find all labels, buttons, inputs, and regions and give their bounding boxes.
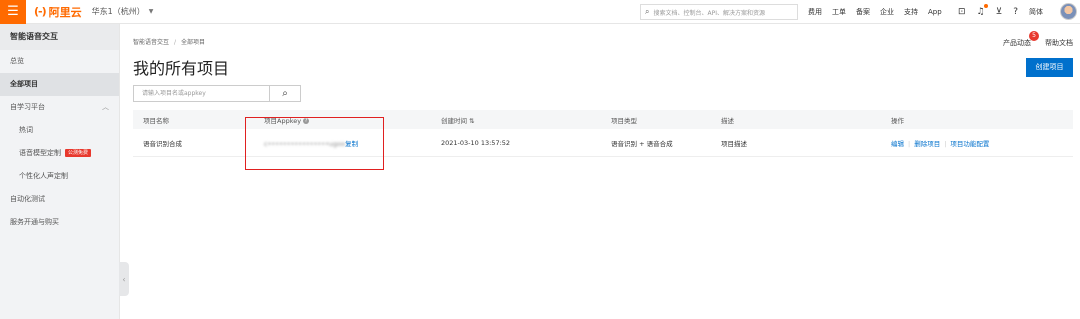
chevron-left-icon: ‹: [122, 274, 126, 284]
top-link-enterprise[interactable]: 企业: [880, 7, 894, 17]
sidebar-item-label: 全部项目: [10, 80, 38, 88]
sidebar-item-voice-custom[interactable]: 个性化人声定制: [0, 165, 119, 188]
terminal-icon[interactable]: ⊡: [958, 7, 966, 17]
delete-project-button[interactable]: 删除项目: [914, 140, 940, 148]
column-header-name: 项目名称: [143, 116, 169, 125]
top-link-fees[interactable]: 费用: [808, 7, 822, 17]
breadcrumb: 智能语音交互 / 全部项目: [133, 39, 206, 46]
sidebar-item-all-projects[interactable]: 全部项目: [0, 73, 119, 96]
create-project-button[interactable]: 创建项目: [1026, 58, 1073, 77]
sidebar-item-label: 自动化测试: [10, 195, 45, 203]
project-filter: 请输入项目名或appkey ⌕: [133, 85, 301, 102]
sidebar-title: 智能语音交互: [0, 24, 119, 50]
product-news-label: 产品动态: [1003, 39, 1031, 47]
product-news-link[interactable]: 产品动态 5: [1003, 31, 1039, 48]
sidebar-item-auto-test[interactable]: 自动化测试: [0, 188, 119, 211]
column-header-label: 创建时间: [441, 116, 467, 125]
column-header-actions: 操作: [891, 116, 904, 125]
sidebar-item-overview[interactable]: 总览: [0, 50, 119, 73]
sidebar-item-label: 个性化人声定制: [19, 172, 68, 180]
row-actions: 编辑 | 删除项目 | 项目功能配置: [891, 139, 990, 148]
project-search-input[interactable]: 请输入项目名或appkey: [133, 85, 270, 102]
column-header-desc: 描述: [721, 116, 734, 125]
region-label: 华东1（杭州）: [91, 7, 145, 16]
project-type: 语音识别 + 语音合成: [611, 139, 673, 148]
sidebar-item-label: 服务开通与购买: [10, 218, 59, 226]
search-icon: ⌕: [645, 7, 650, 16]
top-navbar: ☰ (-) 阿里云 华东1（杭州） ▼ ⌕ 搜索文档、控制台、API、解决方案和…: [0, 0, 1080, 24]
breadcrumb-item[interactable]: 智能语音交互: [133, 39, 169, 46]
hamburger-icon[interactable]: ☰: [0, 0, 26, 24]
column-header-type: 项目类型: [611, 116, 637, 125]
sidebar-item-self-learning[interactable]: 自学习平台 ︿: [0, 96, 119, 119]
breadcrumb-item: 全部项目: [181, 39, 206, 46]
chevron-down-icon: ▼: [148, 8, 154, 15]
top-link-filing[interactable]: 备案: [856, 7, 870, 17]
sidebar-item-label: 总览: [10, 57, 24, 65]
search-placeholder: 搜索文档、控制台、API、解决方案和资源: [653, 9, 765, 17]
notification-count-badge: 5: [1029, 31, 1039, 41]
avatar[interactable]: [1060, 3, 1077, 20]
sidebar-item-purchase[interactable]: 服务开通与购买: [0, 211, 119, 234]
search-button[interactable]: ⌕: [270, 85, 301, 102]
appkey-highlight-box: [245, 117, 384, 170]
search-icon: ⌕: [282, 88, 288, 99]
top-link-support[interactable]: 支持: [904, 7, 918, 17]
edit-button[interactable]: 编辑: [891, 140, 904, 148]
created-time: 2021-03-10 13:57:52: [441, 138, 511, 147]
help-docs-link[interactable]: 帮助文档: [1045, 38, 1073, 48]
sidebar-item-label: 语音模型定制: [19, 149, 61, 157]
language-switch[interactable]: 简体: [1029, 7, 1043, 17]
column-header-created[interactable]: 创建时间 ⇅: [441, 115, 475, 125]
sidebar-item-model-custom[interactable]: 语音模型定制 公测免费: [0, 142, 119, 165]
page-title: 我的所有项目: [133, 59, 230, 78]
top-link-app[interactable]: App: [928, 8, 942, 16]
help-icon[interactable]: ?: [1013, 7, 1018, 17]
sort-icon: ⇅: [469, 116, 475, 125]
global-search-input[interactable]: ⌕ 搜索文档、控制台、API、解决方案和资源: [640, 4, 798, 20]
top-links: 费用 工单 备案 企业 支持 App: [808, 0, 952, 24]
top-link-tickets[interactable]: 工单: [832, 7, 846, 17]
project-description: 项目描述: [721, 139, 747, 148]
sidebar-item-label: 自学习平台: [10, 103, 45, 111]
logo-mark: (-): [34, 5, 47, 18]
sidebar-item-label: 热词: [19, 126, 33, 134]
free-beta-badge: 公测免费: [65, 149, 92, 157]
sidebar-item-hotwords[interactable]: 热词: [0, 119, 119, 142]
aliyun-logo[interactable]: (-) 阿里云: [34, 4, 82, 20]
sidebar: 智能语音交互 总览 全部项目 自学习平台 ︿ 热词 语音模型定制 公测免费 个性化人…: [0, 24, 120, 319]
project-config-button[interactable]: 项目功能配置: [950, 140, 989, 148]
cart-icon[interactable]: ⊻: [996, 7, 1003, 17]
top-icons: ⊡ ♫ ⊻ ? 简体: [958, 0, 1054, 24]
bell-icon[interactable]: ♫: [977, 4, 988, 17]
header-links: 产品动态 5 帮助文档: [1003, 31, 1073, 48]
chevron-up-icon: ︿: [102, 103, 109, 111]
project-name: 语音识别合成: [143, 139, 182, 148]
region-selector[interactable]: 华东1（杭州） ▼: [92, 6, 154, 17]
sidebar-collapse-handle[interactable]: ‹: [119, 262, 129, 296]
notification-dot: [983, 4, 988, 8]
logo-text: 阿里云: [48, 5, 82, 19]
